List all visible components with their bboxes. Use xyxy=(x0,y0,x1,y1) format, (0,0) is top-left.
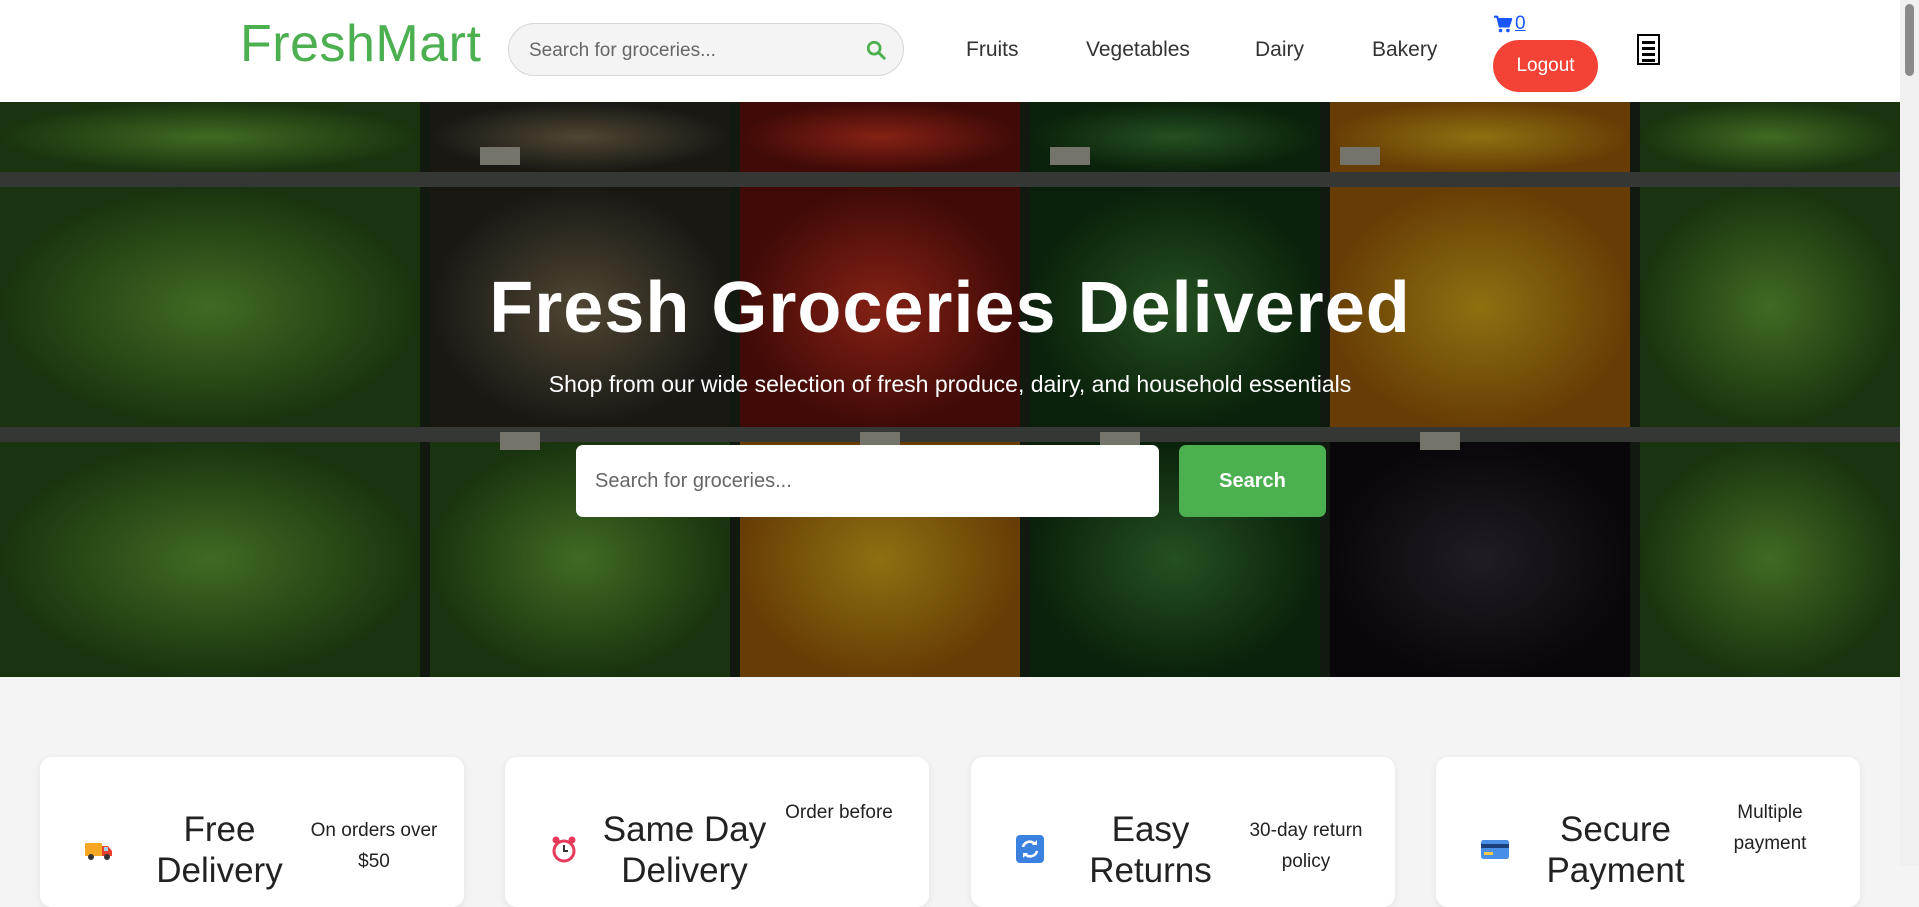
features-section: Free Delivery On orders over $50 Same Da… xyxy=(0,677,1900,907)
hero-banner: Fresh Groceries Delivered Shop from our … xyxy=(0,102,1900,677)
feature-desc: Multiple payment xyxy=(1733,802,1807,855)
feature-card-easy-returns: Easy Returns 30-day return policy xyxy=(971,757,1395,907)
search-icon[interactable] xyxy=(865,39,887,61)
nav-vegetables[interactable]: Vegetables xyxy=(1086,38,1190,62)
feature-title: Free Delivery xyxy=(156,810,283,891)
refresh-icon xyxy=(1016,835,1044,863)
hero-title: Fresh Groceries Delivered xyxy=(489,268,1411,348)
cart-count[interactable]: 0 xyxy=(1515,13,1526,35)
site-header: FreshMart Fruits Vegetables Dairy Bakery… xyxy=(0,0,1900,103)
alarm-clock-icon xyxy=(552,836,576,863)
feature-card-same-day: Same Day Delivery Order before xyxy=(505,757,929,907)
page-scrollbar[interactable] xyxy=(1900,0,1919,866)
feature-title: Easy Returns xyxy=(1089,810,1212,891)
logo[interactable]: FreshMart xyxy=(240,14,481,74)
feature-title: Same Day Delivery xyxy=(602,810,767,891)
delivery-truck-icon xyxy=(85,843,112,860)
header-search-box xyxy=(508,23,904,77)
nav-fruits[interactable]: Fruits xyxy=(966,38,1019,62)
cart-icon xyxy=(1494,15,1513,33)
hamburger-menu-icon[interactable] xyxy=(1637,34,1660,65)
feature-desc: 30-day return policy xyxy=(1249,820,1363,873)
scrollbar-thumb[interactable] xyxy=(1905,4,1914,76)
credit-card-icon xyxy=(1481,840,1509,859)
feature-desc: Order before xyxy=(785,802,893,823)
nav-dairy[interactable]: Dairy xyxy=(1255,38,1304,62)
hero-subtitle: Shop from our wide selection of fresh pr… xyxy=(548,371,1352,397)
feature-desc: On orders over $50 xyxy=(310,820,438,873)
header-search-input[interactable] xyxy=(527,24,851,77)
logout-button[interactable]: Logout xyxy=(1493,40,1598,92)
cart-link[interactable]: 0 xyxy=(1493,12,1526,36)
feature-card-free-delivery: Free Delivery On orders over $50 xyxy=(40,757,464,907)
feature-title: Secure Payment xyxy=(1546,810,1685,891)
feature-card-secure-payment: Secure Payment Multiple payment xyxy=(1436,757,1860,907)
nav-bakery[interactable]: Bakery xyxy=(1372,38,1437,62)
hero-search-button[interactable]: Search xyxy=(1179,445,1326,517)
hero-search-input[interactable] xyxy=(576,445,1159,517)
